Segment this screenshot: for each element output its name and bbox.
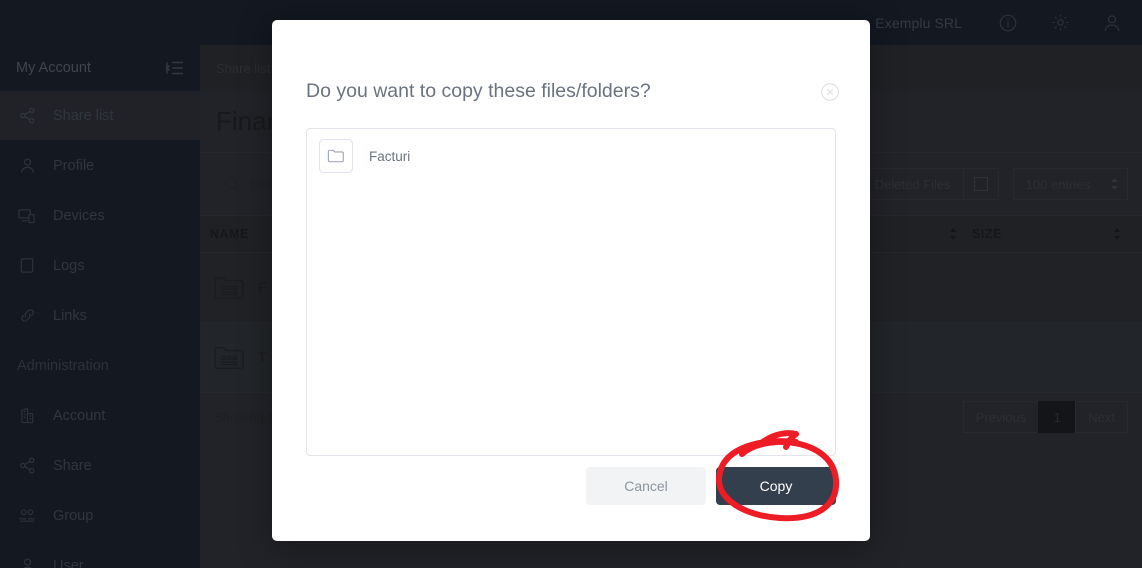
list-item[interactable]: Facturi (307, 129, 835, 183)
selected-files-list: Facturi (306, 128, 836, 456)
copy-confirmation-dialog: Do you want to copy these files/folders?… (272, 20, 870, 541)
folder-icon (319, 139, 353, 173)
dialog-actions: Cancel Copy (586, 467, 836, 505)
copy-button[interactable]: Copy (716, 467, 836, 505)
dialog-title: Do you want to copy these files/folders? (306, 80, 651, 102)
app-root: Fisiere.ro My Account Share list (0, 0, 1142, 568)
close-circle-icon[interactable] (820, 82, 840, 102)
cancel-button[interactable]: Cancel (586, 467, 706, 505)
file-name: Facturi (369, 148, 411, 164)
